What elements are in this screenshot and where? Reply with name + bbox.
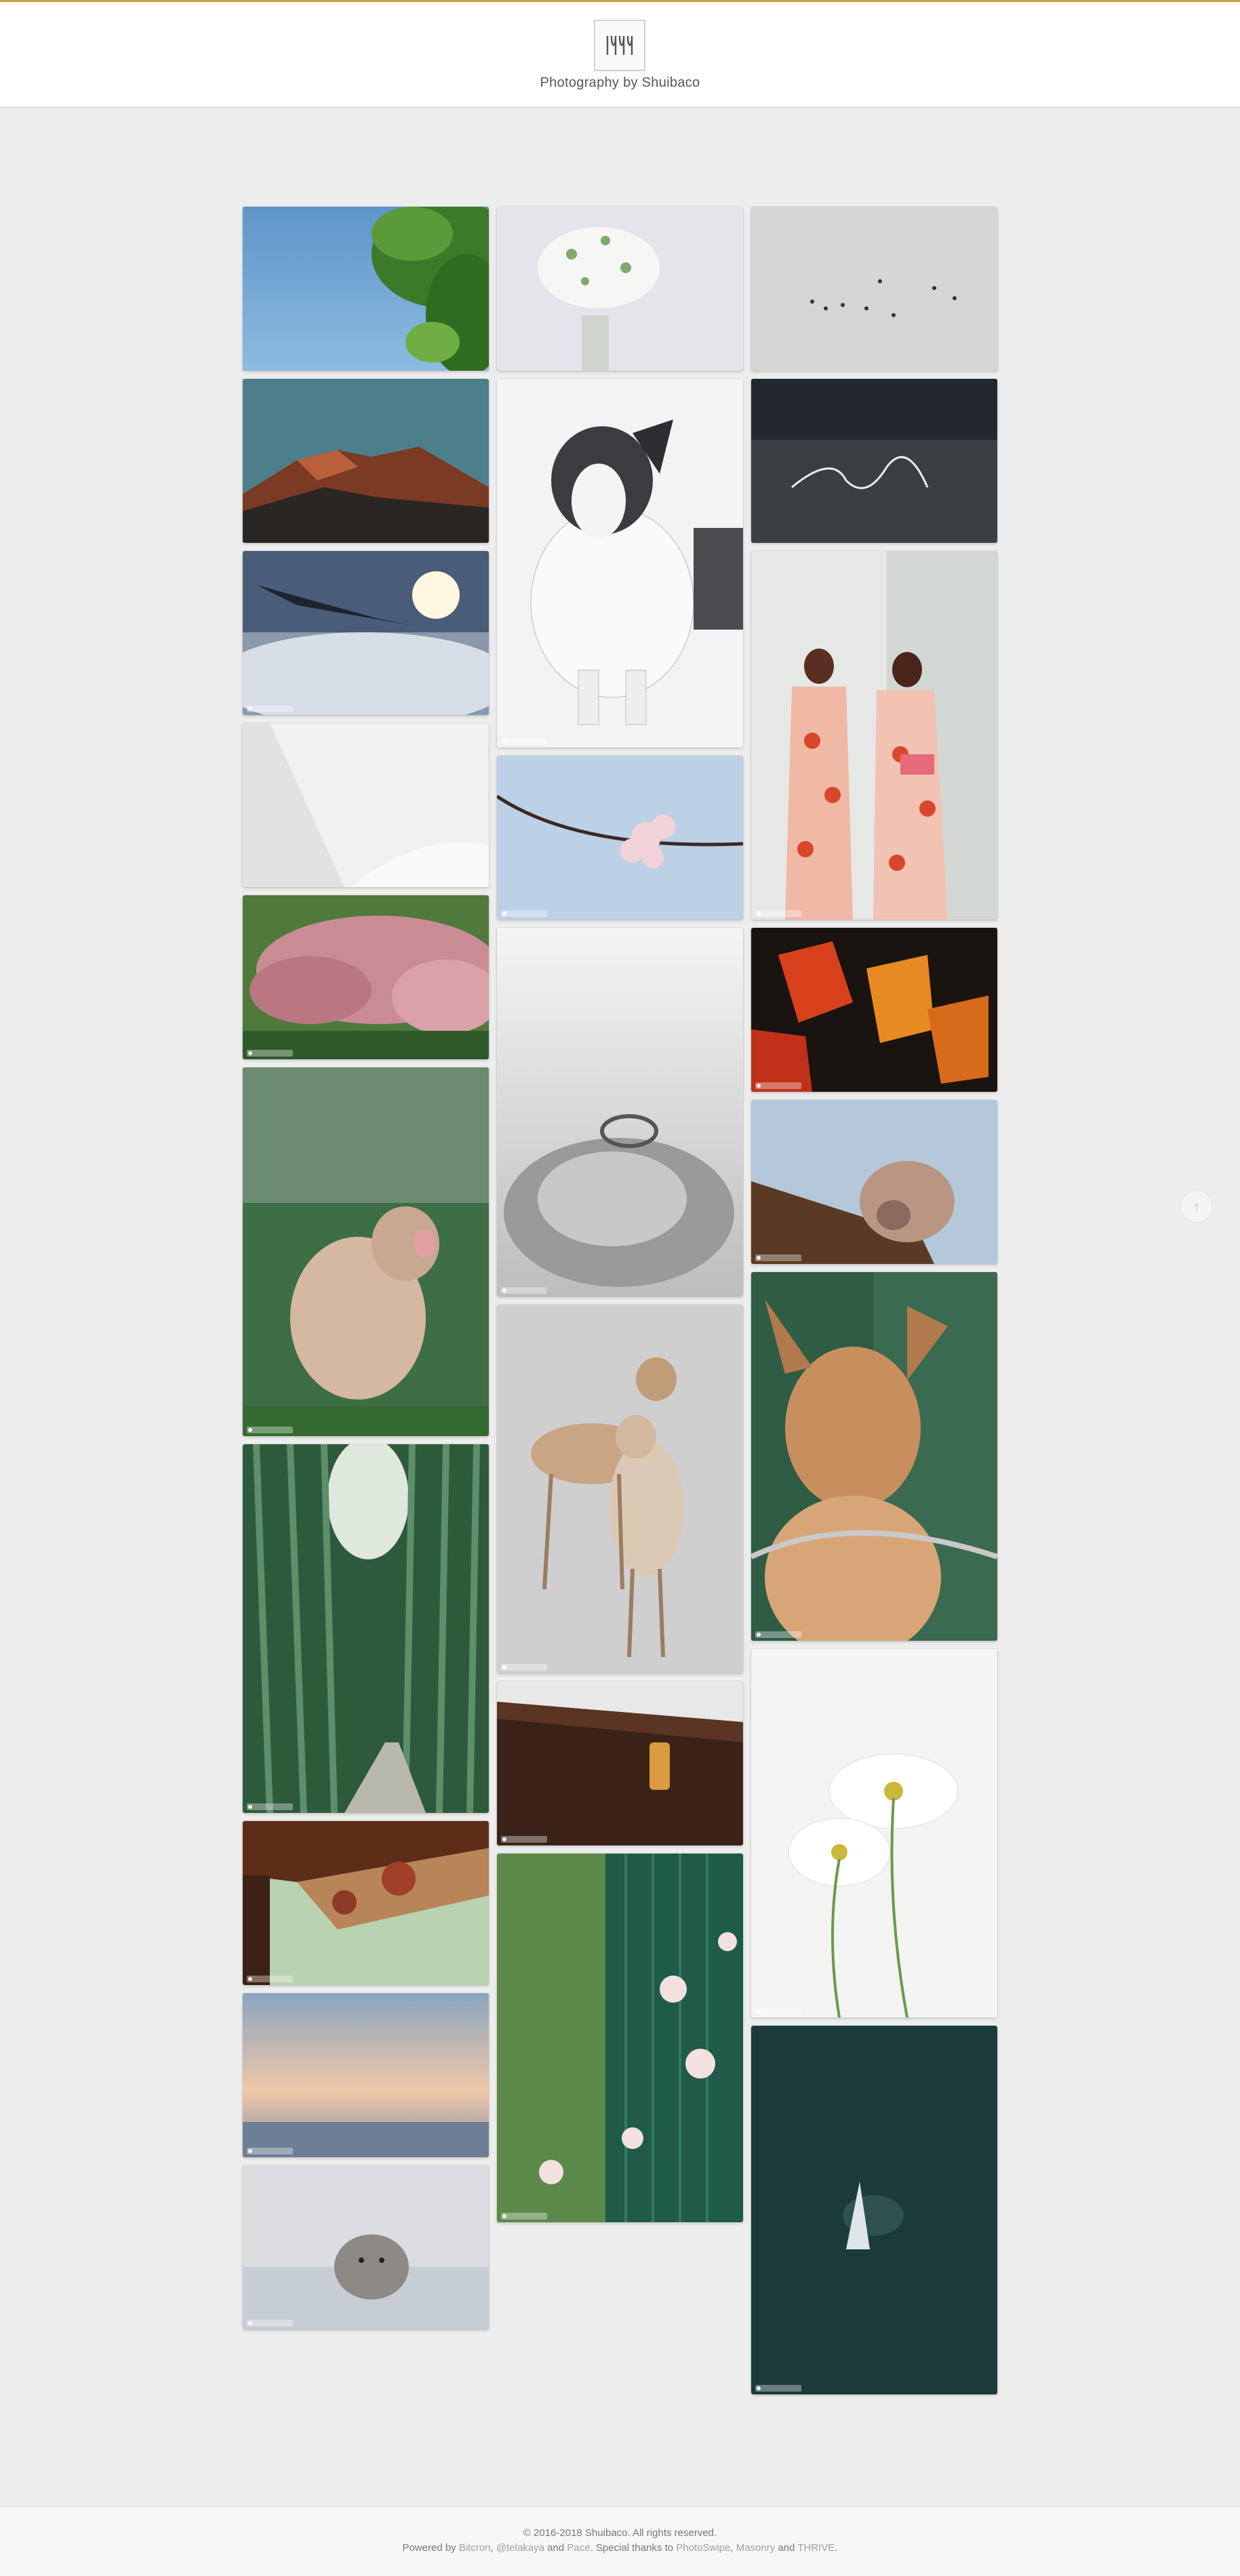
photo-porch[interactable] [243,1821,489,1985]
photo-pink-trees[interactable] [243,895,489,1059]
site-logo[interactable] [594,20,645,71]
photo-credit [247,706,293,712]
photo-baby-breath[interactable] [497,207,743,371]
photo-maple[interactable] [751,928,997,1092]
site-footer: © 2016-2018 Shuibaco. All rights reserve… [0,2506,1240,2576]
photo-dusk[interactable] [243,1993,489,2157]
photo-credit [247,1050,293,1057]
photo-monkey-pipe[interactable] [751,1100,997,1264]
photo-credit [755,1254,801,1261]
photo-credit [755,2385,801,2392]
photo-dog[interactable] [497,379,743,748]
logo-mark-icon [606,35,633,55]
photo-white-arch[interactable] [243,723,489,887]
photo-credit [247,2148,293,2154]
photo-credit [501,910,547,917]
photo-seal[interactable] [243,2165,489,2329]
photo-credit [755,1631,801,1638]
photo-monkey[interactable] [243,1067,489,1436]
photo-credit [501,738,547,745]
photo-cosmos[interactable] [751,1649,997,2018]
credits-line: Powered by Bitcron, @telakaya and Pace. … [402,2542,838,2554]
photo-credit [501,1836,547,1843]
photo-credit [755,1082,801,1089]
photo-credit [247,1427,293,1433]
photo-credit [501,1664,547,1671]
bitcron-link[interactable]: Bitcron [459,2542,491,2554]
photo-airplane[interactable] [243,551,489,715]
pace-link[interactable]: Pace [567,2542,590,2554]
masonry-link[interactable]: Masonry [736,2542,776,2554]
photo-credit [501,1287,547,1294]
photoswipe-link[interactable]: PhotoSwipe [676,2542,730,2554]
photo-rose[interactable] [497,928,743,1296]
photo-flowers-fence[interactable] [497,1854,743,2222]
photo-sakura[interactable] [497,756,743,920]
copyright-text: © 2016-2018 Shuibaco. All rights reserve… [523,2527,717,2539]
photo-credit [501,2213,547,2220]
photo-bamboo[interactable] [243,1444,489,1813]
photo-lantern[interactable] [497,1681,743,1845]
photo-credit [247,1976,293,1982]
photo-credit [755,910,801,917]
site-header: Photography by Shuibaco [0,2,1240,107]
photo-birds[interactable] [751,207,997,371]
photo-kimono[interactable] [751,551,997,920]
photo-deer-chain[interactable] [751,1272,997,1641]
arrow-up-icon[interactable]: ↑ [1180,1190,1213,1223]
photo-leaves-sky[interactable] [243,207,489,371]
thrive-link[interactable]: THRIVE [797,2542,835,2554]
photo-whale[interactable] [751,2026,997,2394]
author-link[interactable]: @telakaya [496,2542,544,2554]
photo-credit [247,1803,293,1810]
photo-light-trails[interactable] [751,379,997,543]
site-title: Photography by Shuibaco [540,75,700,90]
photo-deer-pair[interactable] [497,1305,743,1673]
photo-credit [755,2008,801,2015]
photo-credit [247,2320,293,2327]
photo-mountain[interactable] [243,379,489,543]
